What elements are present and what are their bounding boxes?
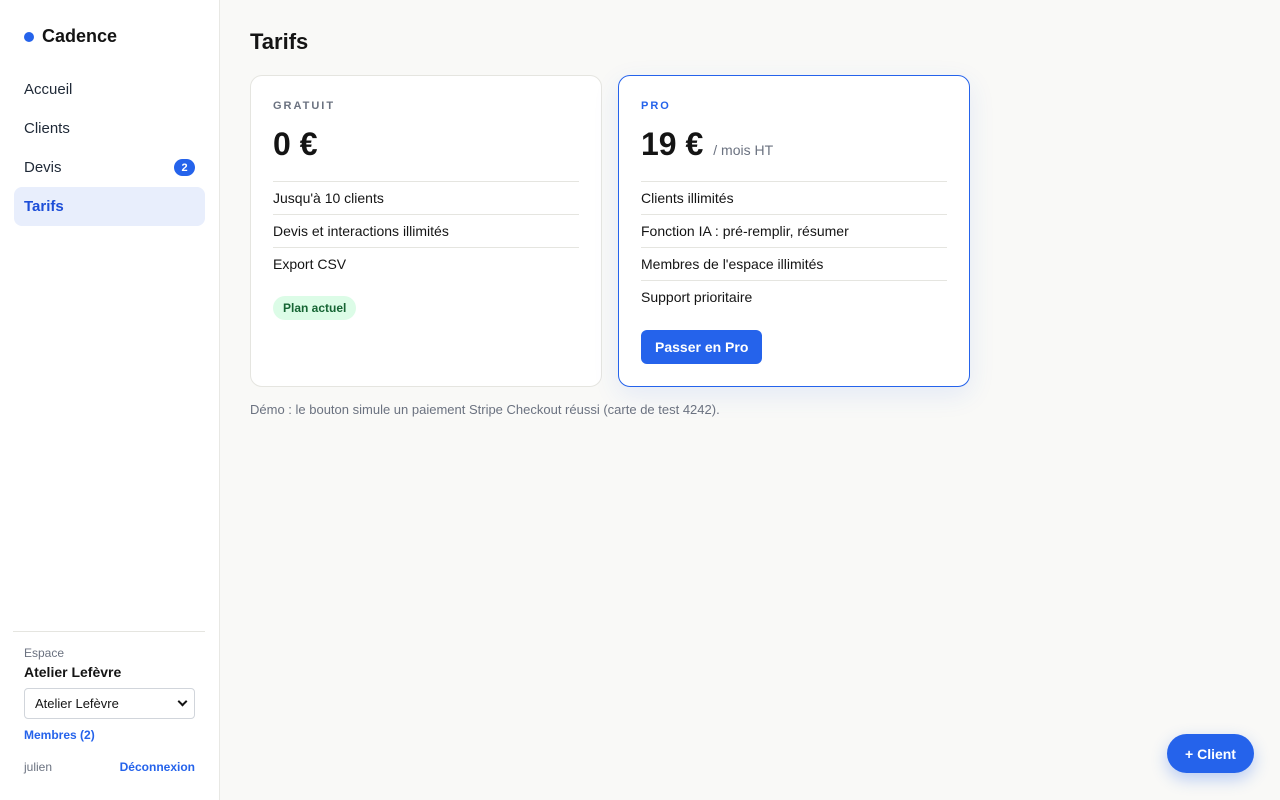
- sidebar-nav: Accueil Clients Devis 2 Tarifs: [14, 70, 205, 226]
- page-title: Tarifs: [250, 29, 309, 54]
- demo-note: Démo : le bouton simule un paiement Stri…: [250, 402, 720, 417]
- sidebar: Cadence Accueil Clients Devis 2 Tarifs E…: [0, 0, 220, 800]
- sidebar-item-devis[interactable]: Devis 2: [14, 148, 205, 187]
- workspace-name: Atelier Lefèvre: [24, 664, 122, 680]
- feature-item: Fonction IA : pré-remplir, résumer: [641, 214, 947, 247]
- sidebar-item-label: Devis: [24, 159, 62, 176]
- plan-period: / mois HT: [713, 142, 774, 158]
- add-client-button[interactable]: + Client: [1167, 734, 1254, 773]
- workspace-label: Espace: [24, 646, 65, 660]
- plan-tier: PRO: [641, 100, 671, 112]
- workspace-select-value: Atelier Lefèvre: [35, 696, 119, 711]
- user-name: julien: [24, 760, 53, 774]
- plan-card-gratuit: GRATUIT 0 € Jusqu'à 10 clients Devis et …: [250, 75, 602, 387]
- sidebar-item-accueil[interactable]: Accueil: [14, 70, 205, 109]
- feature-item: Export CSV: [273, 247, 579, 280]
- members-link[interactable]: Membres (2): [24, 728, 95, 742]
- brand: Cadence: [24, 26, 117, 47]
- feature-item: Jusqu'à 10 clients: [273, 181, 579, 214]
- feature-item: Clients illimités: [641, 181, 947, 214]
- app-name: Cadence: [42, 26, 118, 46]
- sidebar-item-label: Tarifs: [24, 198, 64, 215]
- feature-list: Jusqu'à 10 clients Devis et interactions…: [273, 181, 579, 280]
- sidebar-item-clients[interactable]: Clients: [14, 109, 205, 148]
- price-row: 19 € / mois HT: [641, 126, 773, 163]
- devis-count-badge: 2: [174, 159, 195, 176]
- sidebar-item-tarifs[interactable]: Tarifs: [14, 187, 205, 226]
- plan-card-pro: PRO 19 € / mois HT Clients illimités Fon…: [618, 75, 970, 387]
- plan-tier: GRATUIT: [273, 100, 336, 112]
- price-row: 0 €: [273, 126, 317, 163]
- sidebar-footer: Espace Atelier Lefèvre Atelier Lefèvre M…: [13, 631, 205, 774]
- feature-item: Devis et interactions illimités: [273, 214, 579, 247]
- workspace-select[interactable]: Atelier Lefèvre: [24, 688, 195, 719]
- feature-item: Support prioritaire: [641, 280, 947, 313]
- feature-item: Membres de l'espace illimités: [641, 247, 947, 280]
- logout-link[interactable]: Déconnexion: [120, 760, 195, 774]
- brand-dot-icon: [24, 31, 34, 42]
- current-plan-badge: Plan actuel: [273, 296, 357, 320]
- upgrade-pro-button[interactable]: Passer en Pro: [641, 330, 763, 364]
- plan-price: 19 €: [641, 126, 704, 162]
- chevron-down-icon: [177, 696, 188, 707]
- feature-list: Clients illimités Fonction IA : pré-remp…: [641, 181, 947, 313]
- sidebar-item-label: Accueil: [24, 81, 73, 98]
- plan-price: 0 €: [273, 126, 318, 162]
- sidebar-item-label: Clients: [24, 120, 70, 137]
